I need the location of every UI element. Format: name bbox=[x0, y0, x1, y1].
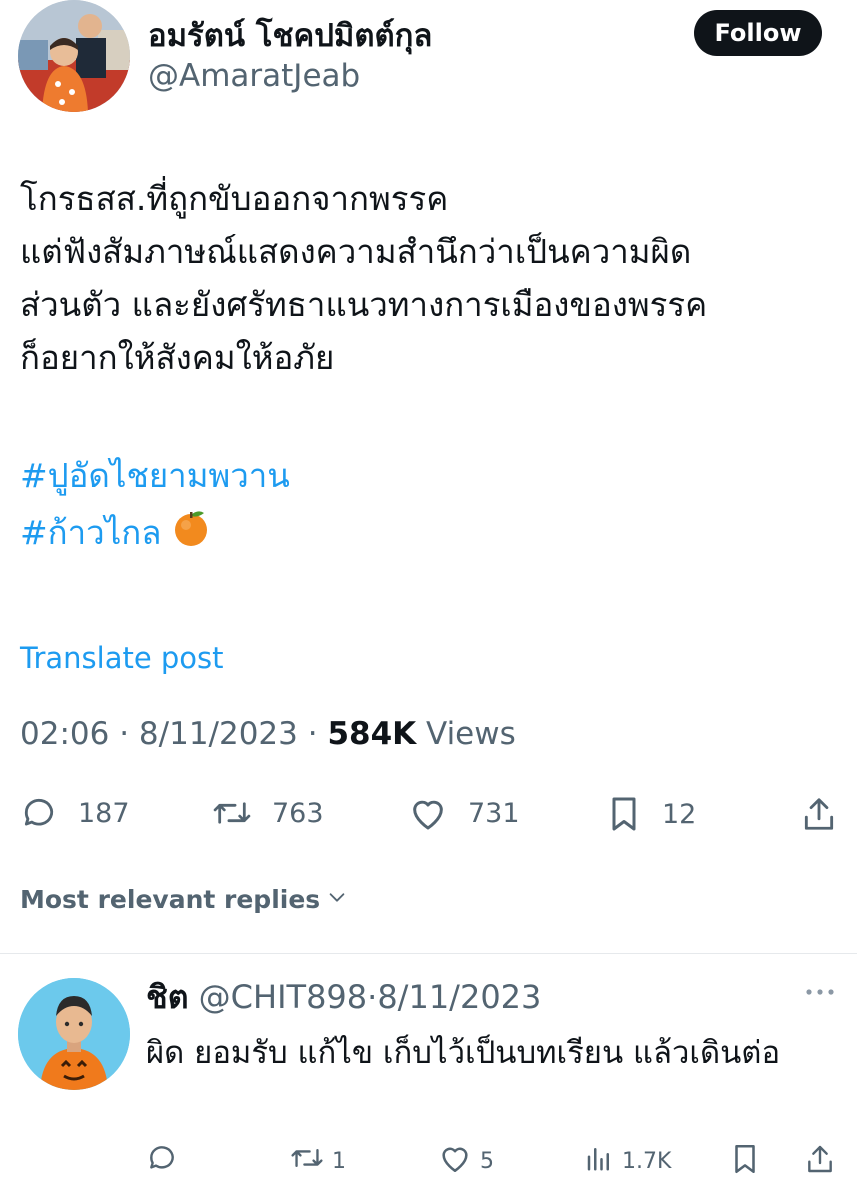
author-handle[interactable]: @AmaratJeab bbox=[148, 58, 360, 94]
tweet-text: โกรธสส.ที่ถูกขับออกจากพรรค แต่ฟังสัมภาษณ… bbox=[20, 172, 845, 562]
repost-icon bbox=[290, 1142, 324, 1180]
tweet-date[interactable]: 8/11/2023 bbox=[139, 716, 298, 752]
repost-action[interactable]: 763 bbox=[212, 794, 324, 832]
share-icon bbox=[800, 794, 838, 834]
reply-bookmark-action[interactable] bbox=[730, 1142, 760, 1182]
follow-button[interactable]: Follow bbox=[694, 10, 822, 56]
share-action[interactable] bbox=[800, 794, 838, 834]
meta-separator: · bbox=[119, 716, 130, 752]
like-action[interactable]: 731 bbox=[408, 794, 520, 832]
orange-emoji-icon bbox=[172, 507, 210, 562]
reply-avatar[interactable] bbox=[18, 978, 130, 1090]
hashtag-link[interactable]: #ก้าวไกล bbox=[20, 513, 162, 552]
like-count: 731 bbox=[468, 797, 520, 829]
translate-post-link[interactable]: Translate post bbox=[20, 641, 224, 675]
reply-author-handle[interactable]: @CHIT898 bbox=[199, 978, 367, 1016]
tweet-time[interactable]: 02:06 bbox=[20, 716, 109, 752]
heart-icon bbox=[438, 1142, 472, 1180]
reply-reply-action[interactable] bbox=[146, 1142, 186, 1180]
reply-count: 187 bbox=[78, 797, 130, 829]
bookmark-count: 12 bbox=[662, 798, 697, 830]
reply-action[interactable]: 187 bbox=[20, 794, 130, 832]
tweet-text-line: ก็อยากให้สังคมให้อภัย bbox=[20, 338, 335, 377]
reply-text: ผิด ยอมรับ แก้ไข เก็บไว้เป็นบทเรียน แล้ว… bbox=[146, 1035, 781, 1071]
meta-separator: · bbox=[367, 978, 378, 1016]
replies-sort-dropdown[interactable]: Most relevant replies bbox=[20, 885, 348, 914]
views-count: 584K bbox=[327, 716, 417, 752]
views-label: Views bbox=[426, 716, 516, 752]
reply-date[interactable]: 8/11/2023 bbox=[377, 978, 541, 1016]
analytics-icon bbox=[584, 1142, 614, 1180]
reply-author-name[interactable]: ชิต bbox=[146, 978, 189, 1016]
hashtag-link[interactable]: #ปูอัดไชยามพวาน bbox=[20, 456, 290, 495]
reply-share-action[interactable] bbox=[804, 1142, 836, 1182]
reply-like-action[interactable]: 5 bbox=[438, 1142, 494, 1180]
divider bbox=[0, 953, 857, 954]
meta-separator: · bbox=[307, 716, 318, 752]
reply-views-count: 1.7K bbox=[622, 1148, 672, 1174]
bookmark-icon bbox=[730, 1142, 760, 1182]
bookmark-icon bbox=[606, 794, 642, 834]
tweet-meta: 02:06 · 8/11/2023 · 584K Views bbox=[20, 716, 516, 752]
reply-header: ชิต @CHIT898·8/11/2023 bbox=[146, 972, 541, 1023]
tweet-text-line: แต่ฟังสัมภาษณ์แสดงความสำนึกว่าเป็นความผิ… bbox=[20, 232, 692, 271]
reply-repost-count: 1 bbox=[332, 1148, 346, 1174]
repost-icon bbox=[212, 794, 252, 832]
author-avatar[interactable] bbox=[18, 0, 130, 112]
reply-views-action[interactable]: 1.7K bbox=[584, 1142, 671, 1180]
tweet-text-line: โกรธสส.ที่ถูกขับออกจากพรรค bbox=[20, 179, 449, 218]
tweet-text-line: ส่วนตัว และยังศรัทธาแนวทางการเมืองของพรร… bbox=[20, 285, 708, 324]
repost-count: 763 bbox=[272, 797, 324, 829]
reply-icon bbox=[146, 1142, 178, 1180]
bookmark-action[interactable]: 12 bbox=[606, 794, 696, 834]
replies-sort-label: Most relevant replies bbox=[20, 885, 321, 914]
share-icon bbox=[804, 1142, 836, 1182]
reply-like-count: 5 bbox=[480, 1148, 494, 1174]
heart-icon bbox=[408, 794, 448, 832]
reply-repost-action[interactable]: 1 bbox=[290, 1142, 346, 1180]
reply-icon bbox=[20, 794, 58, 832]
chevron-down-icon bbox=[326, 885, 348, 914]
author-name[interactable]: อมรัตน์ โชคปมิตต์กุล bbox=[148, 10, 432, 60]
more-options-icon[interactable] bbox=[805, 982, 835, 1001]
